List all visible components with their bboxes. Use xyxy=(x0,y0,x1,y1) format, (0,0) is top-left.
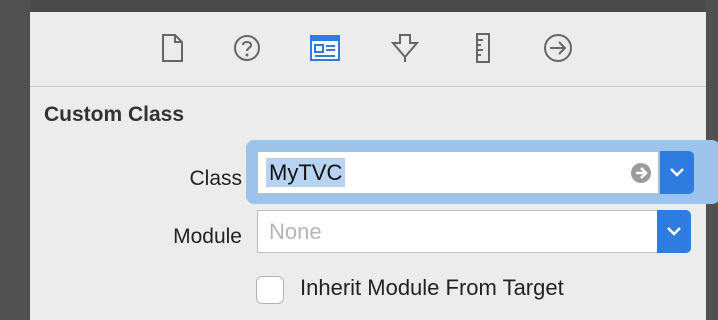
tab-identity-inspector[interactable] xyxy=(307,30,343,66)
module-dropdown-button[interactable] xyxy=(657,210,691,253)
inspector-toolbar xyxy=(30,12,706,86)
class-dropdown-button[interactable] xyxy=(660,151,694,194)
attributes-arrow-icon xyxy=(391,34,419,62)
window-background-left xyxy=(0,0,30,320)
module-input[interactable]: None xyxy=(257,210,659,253)
document-icon xyxy=(162,34,183,62)
tab-size-inspector[interactable] xyxy=(465,30,501,66)
toolbar-divider xyxy=(30,86,706,87)
identity-inspector-panel: Custom Class Class MyTVC Module None Inh… xyxy=(30,12,718,320)
section-title: Custom Class xyxy=(44,103,185,126)
go-to-class-button[interactable] xyxy=(631,163,651,183)
tab-connections-inspector[interactable] xyxy=(540,30,576,66)
ruler-icon xyxy=(476,33,490,63)
tab-file-inspector[interactable] xyxy=(154,30,190,66)
chevron-down-icon xyxy=(670,168,684,177)
arrow-right-icon xyxy=(636,167,648,179)
question-circle-icon xyxy=(234,35,260,61)
window-background-top xyxy=(0,0,718,12)
tab-attributes-inspector[interactable] xyxy=(387,30,423,66)
class-label: Class xyxy=(189,167,242,190)
inherit-module-checkbox[interactable] xyxy=(256,276,284,304)
class-input-value: MyTVC xyxy=(266,158,346,187)
arrow-circle-icon xyxy=(544,34,572,62)
chevron-down-icon xyxy=(667,227,681,236)
tab-quick-help[interactable] xyxy=(229,30,265,66)
identity-card-icon xyxy=(310,35,340,61)
class-input[interactable]: MyTVC xyxy=(257,151,659,194)
module-label: Module xyxy=(173,225,242,248)
inherit-module-label[interactable]: Inherit Module From Target xyxy=(300,275,564,301)
module-placeholder: None xyxy=(269,219,322,244)
